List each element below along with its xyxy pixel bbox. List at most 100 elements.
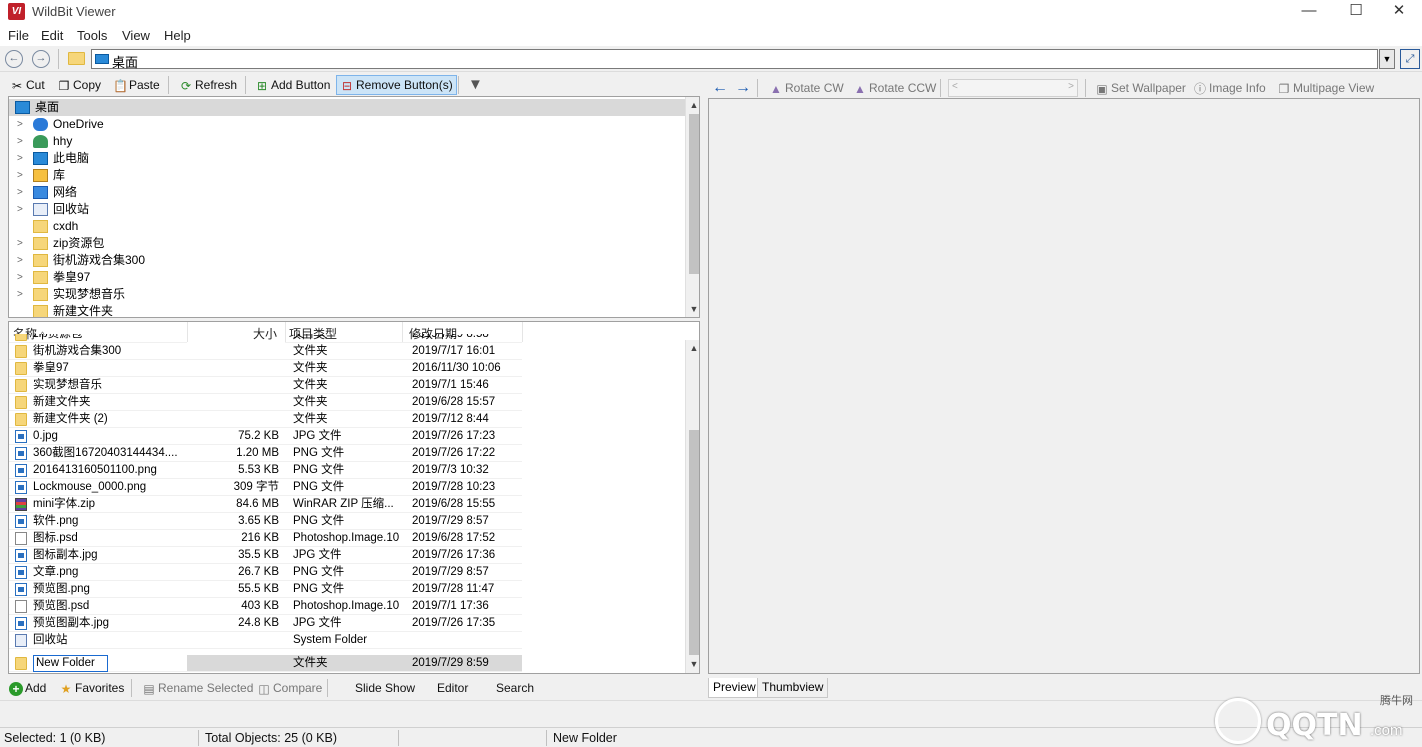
- table-row[interactable]: 文章.png 26.7 KB PNG 文件 2019/7/29 8:57: [9, 564, 685, 581]
- tab-thumbview[interactable]: Thumbview: [757, 678, 829, 698]
- menu-file[interactable]: File: [8, 28, 29, 43]
- add-button-button[interactable]: ⊞ Add Button: [251, 75, 334, 95]
- chevron-right-icon[interactable]: >: [17, 133, 27, 150]
- search-button[interactable]: Search: [492, 678, 538, 698]
- chevron-right-icon[interactable]: >: [17, 116, 27, 133]
- maximize-button[interactable]: ☐: [1333, 0, 1379, 24]
- rename-input[interactable]: New Folder: [33, 655, 108, 672]
- tree-item[interactable]: > 拳皇97: [9, 269, 685, 286]
- cell-type: PNG 文件: [285, 513, 402, 530]
- forward-icon[interactable]: →: [32, 50, 50, 68]
- add-favorite-button[interactable]: + Add: [5, 678, 50, 698]
- table-row[interactable]: 新建文件夹 (2) 文件夹 2019/7/12 8:44: [9, 411, 685, 428]
- menu-bar: File Edit Tools View Help: [0, 24, 1422, 46]
- table-row[interactable]: Lockmouse_0000.png 309 字节 PNG 文件 2019/7/28 …: [9, 479, 685, 496]
- scroll-thumb[interactable]: [689, 430, 699, 655]
- file-list-scrollbar[interactable]: ▲ ▼: [685, 340, 699, 673]
- table-row[interactable]: 0.jpg 75.2 KB JPG 文件 2019/7/26 17:23: [9, 428, 685, 445]
- paste-button[interactable]: 📋Paste: [109, 75, 164, 95]
- table-row[interactable]: 街机游戏合集300 文件夹 2019/7/17 16:01: [9, 343, 685, 360]
- table-row[interactable]: 软件.png 3.65 KB PNG 文件 2019/7/29 8:57: [9, 513, 685, 530]
- cut-button[interactable]: ✂ Cut: [6, 75, 49, 95]
- tree-item[interactable]: > 回收站: [9, 201, 685, 218]
- table-row[interactable]: 回收站 System Folder: [9, 632, 685, 649]
- table-row[interactable]: mini字体.zip 84.6 MB WinRAR ZIP 压缩... 2019/6/…: [9, 496, 685, 513]
- chevron-right-icon[interactable]: >: [17, 167, 27, 184]
- chevron-right-icon[interactable]: >: [17, 235, 27, 252]
- favorites-button[interactable]: ★ Favorites: [55, 678, 128, 698]
- menu-help[interactable]: Help: [164, 28, 191, 43]
- tree-item[interactable]: cxdh: [9, 218, 685, 235]
- image-info-button[interactable]: ⓘ Image Info: [1189, 78, 1270, 98]
- fullscreen-icon[interactable]: ⤢: [1400, 49, 1420, 69]
- window-title: WildBit Viewer: [32, 4, 116, 19]
- remove-buttons-button[interactable]: ⊟ Remove Button(s): [336, 75, 457, 95]
- editor-button[interactable]: Editor: [433, 678, 472, 698]
- close-button[interactable]: ✕: [1376, 0, 1422, 24]
- file-name: 软件.png: [33, 515, 79, 527]
- tab-preview[interactable]: Preview: [708, 678, 761, 698]
- tree-item[interactable]: 新建文件夹: [9, 303, 685, 317]
- scroll-down-icon[interactable]: ▼: [686, 301, 699, 317]
- right-toolbar: ← → ▲ Rotate CW ▲ Rotate CCW < > ▣ Set Wall…: [703, 75, 1422, 99]
- tree-item[interactable]: > 网络: [9, 184, 685, 201]
- table-row[interactable]: 预览图.psd 403 KB Photoshop.Image.10 2019/7/1 …: [9, 598, 685, 615]
- chevron-right-icon[interactable]: >: [17, 150, 27, 167]
- tree-item[interactable]: > zip资源包: [9, 235, 685, 252]
- chevron-right-icon[interactable]: >: [17, 269, 27, 286]
- back-icon[interactable]: ←: [5, 50, 23, 68]
- table-row[interactable]: zip资源包 文件夹 2019/7/29 8:58: [9, 334, 685, 343]
- scroll-down-icon[interactable]: ▼: [686, 656, 699, 672]
- table-row[interactable]: 预览图.png 55.5 KB PNG 文件 2019/7/28 11:47: [9, 581, 685, 598]
- zoom-slider[interactable]: < >: [948, 79, 1078, 97]
- table-row-editing[interactable]: New Folder 文件夹 2019/7/29 8:59: [9, 655, 685, 672]
- minimize-button[interactable]: —: [1286, 0, 1332, 24]
- chevron-right-icon[interactable]: >: [17, 286, 27, 303]
- rename-selected-button[interactable]: ▤ Rename Selected: [138, 678, 257, 698]
- rotate-ccw-button[interactable]: ▲ Rotate CCW: [849, 78, 940, 98]
- table-row[interactable]: 360截图16720403144434.... 1.20 MB PNG 文件 2019…: [9, 445, 685, 462]
- chevron-right-icon[interactable]: >: [17, 184, 27, 201]
- scroll-up-icon[interactable]: ▲: [686, 97, 699, 113]
- tree-item[interactable]: > OneDrive: [9, 116, 685, 133]
- table-row[interactable]: 拳皇97 文件夹 2016/11/30 10:06: [9, 360, 685, 377]
- tree-item[interactable]: > 实现梦想音乐: [9, 286, 685, 303]
- chevron-right-icon[interactable]: >: [17, 201, 27, 218]
- filter-icon[interactable]: ▼: [464, 75, 487, 95]
- table-row[interactable]: 新建文件夹 文件夹 2019/6/28 15:57: [9, 394, 685, 411]
- rotate-cw-button[interactable]: ▲ Rotate CW: [765, 78, 848, 98]
- menu-edit[interactable]: Edit: [41, 28, 63, 43]
- parent-folder-icon[interactable]: [68, 52, 85, 65]
- copy-button[interactable]: ❐ Copy: [53, 75, 105, 95]
- scroll-up-icon[interactable]: ▲: [686, 340, 699, 356]
- slide-show-button[interactable]: Slide Show: [351, 678, 419, 698]
- cell-type: Photoshop.Image.10: [285, 530, 402, 547]
- tree-item[interactable]: > 此电脑: [9, 150, 685, 167]
- table-row[interactable]: 图标副本.jpg 35.5 KB JPG 文件 2019/7/26 17:36: [9, 547, 685, 564]
- previous-image-icon[interactable]: ←: [708, 78, 732, 98]
- multipage-view-button[interactable]: ❐ Multipage View: [1273, 78, 1378, 98]
- tree-root[interactable]: 桌面: [9, 99, 685, 116]
- image-preview-area[interactable]: [708, 98, 1420, 674]
- cell-modified: 2019/6/28 17:52: [402, 530, 522, 547]
- computer-icon: [33, 152, 48, 165]
- scroll-thumb[interactable]: [689, 114, 699, 274]
- refresh-button[interactable]: ⟳ Refresh: [175, 75, 241, 95]
- address-input[interactable]: 桌面: [91, 49, 1378, 70]
- table-row[interactable]: 2016413160501100.png 5.53 KB PNG 文件 2019/7/…: [9, 462, 685, 479]
- tree-item[interactable]: > 街机游戏合集300: [9, 252, 685, 269]
- address-dropdown-icon[interactable]: ▼: [1379, 49, 1395, 69]
- cell-size: 403 KB: [187, 598, 285, 615]
- tree-item[interactable]: > hhy: [9, 133, 685, 150]
- set-wallpaper-button[interactable]: ▣ Set Wallpaper: [1091, 78, 1190, 98]
- compare-button[interactable]: ◫ Compare: [253, 678, 326, 698]
- tree-scrollbar[interactable]: ▲ ▼: [685, 97, 699, 317]
- menu-view[interactable]: View: [122, 28, 150, 43]
- chevron-right-icon[interactable]: >: [17, 252, 27, 269]
- table-row[interactable]: 实现梦想音乐 文件夹 2019/7/1 15:46: [9, 377, 685, 394]
- menu-tools[interactable]: Tools: [77, 28, 107, 43]
- table-row[interactable]: 预览图副本.jpg 24.8 KB JPG 文件 2019/7/26 17:35: [9, 615, 685, 632]
- next-image-icon[interactable]: →: [731, 78, 755, 98]
- table-row[interactable]: 图标.psd 216 KB Photoshop.Image.10 2019/6/28 …: [9, 530, 685, 547]
- tree-item[interactable]: > 库: [9, 167, 685, 184]
